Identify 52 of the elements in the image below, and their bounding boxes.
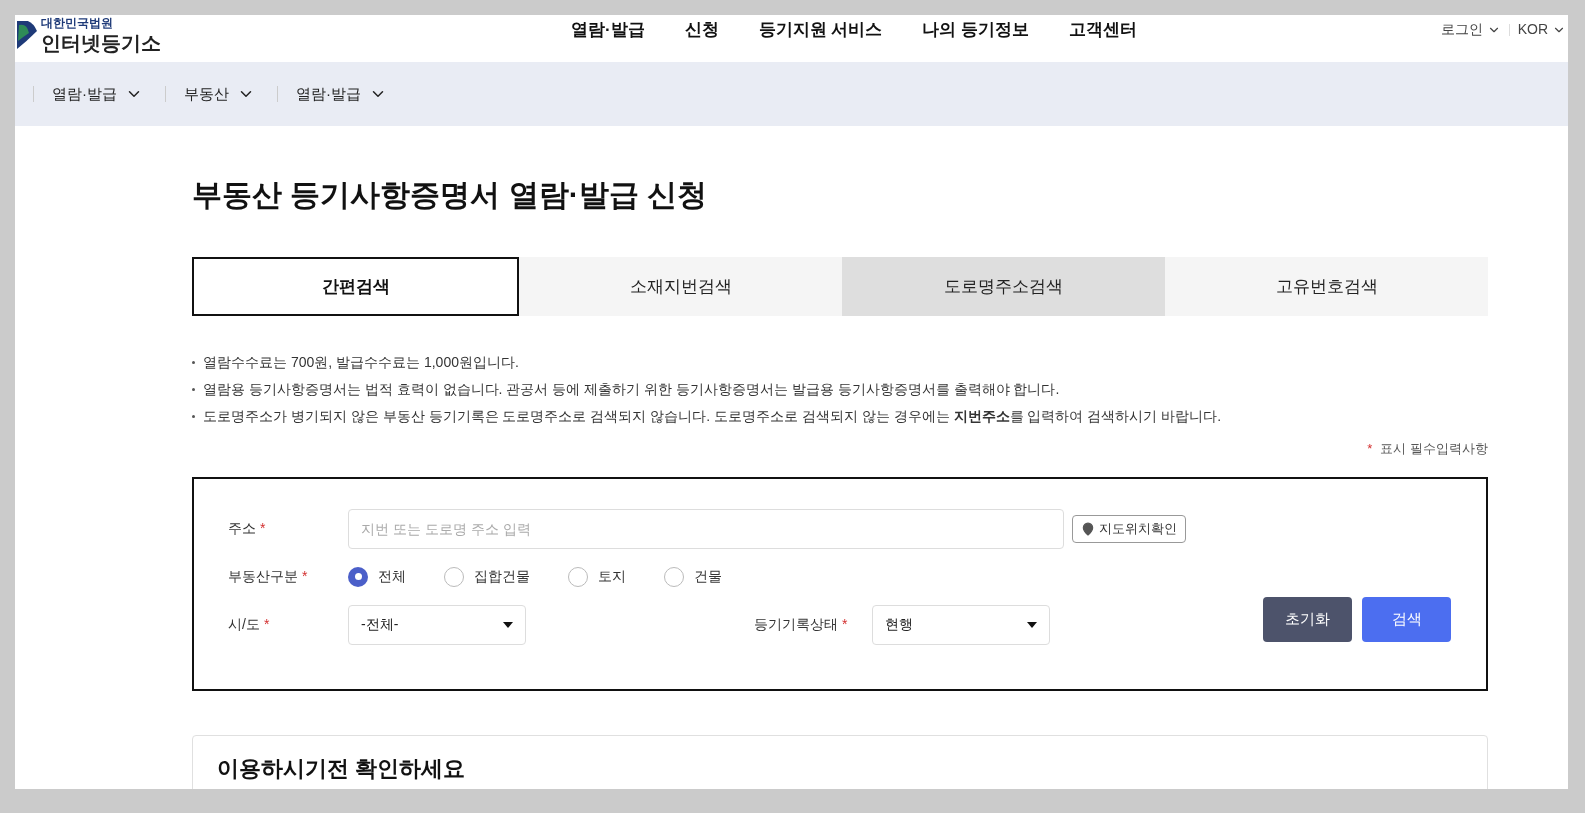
caret-icon (1027, 621, 1037, 628)
card-title: 이용하시기전 확인하세요 (217, 754, 467, 783)
page-title: 부동산 등기사항증명서 열람·발급 신청 (192, 177, 708, 213)
nav-link[interactable]: 신청 (684, 17, 719, 43)
logo-subtitle: 대한민국법원 (41, 17, 114, 29)
field-label: 등기기록상태 * (754, 615, 849, 634)
radio-option[interactable]: 건물 (664, 566, 722, 587)
required-mark: * (1367, 440, 1373, 458)
radio-option[interactable]: 집합건물 (444, 566, 530, 587)
dropdown[interactable]: -전체- (348, 604, 526, 645)
notice-text: 열람수수료는 700원, 발급수수료는 1,000원입니다. (203, 353, 519, 372)
field-label: 주소 * (228, 519, 267, 538)
search-button[interactable]: 검색 (1362, 597, 1451, 642)
breadcrumb-dropdown[interactable]: 부동산 (184, 82, 255, 106)
bullet-icon (192, 388, 195, 391)
reset-button[interactable]: 초기화 (1263, 597, 1352, 642)
radio-button[interactable] (444, 566, 464, 587)
breadcrumb-dropdown[interactable]: 열람·발급 (52, 82, 143, 106)
nav-link[interactable]: 나의 등기정보 (922, 17, 1030, 43)
dropdown[interactable]: 현행 (872, 604, 1050, 645)
notice-text: 열람용 등기사항증명서는 법적 효력이 없습니다. 관공서 등에 제출하기 위한 등기사항증명서는 발급용 등기사항증명서를 출력해야 합니다. (203, 380, 1060, 399)
field-label: 부동산구분 * (228, 567, 309, 586)
nav-link[interactable]: 고객센터 (1069, 17, 1138, 43)
tab[interactable]: 소재지번검색 (519, 257, 842, 316)
nav-link[interactable]: 등기지원 서비스 (758, 17, 883, 43)
map-pin-icon (1081, 521, 1095, 536)
caret-icon (503, 621, 513, 628)
bullet-icon (192, 415, 195, 418)
notice-text: 도로명주소가 병기되지 않은 부동산 등기기록은 도로명주소로 검색되지 않습니다. 도로명주소로 검색되지 않는 경우에는 지번주소를 입력하여 검색하시기 바랍니다. (203, 407, 1222, 426)
field-label: 시/도 * (228, 615, 271, 634)
tab[interactable]: 고유번호검색 (1165, 257, 1488, 316)
bullet-icon (192, 361, 195, 364)
radio-button[interactable] (348, 566, 368, 587)
radio-button[interactable] (664, 566, 684, 587)
radio-button[interactable] (568, 566, 588, 587)
address-input[interactable]: 지번 또는 도로명 주소 입력 (348, 508, 1064, 549)
required-note: 표시 필수입력사항 (1380, 440, 1488, 458)
logo-title[interactable]: 인터넷등기소 (41, 33, 161, 53)
emblem-icon (17, 21, 37, 49)
radio-option[interactable]: 토지 (568, 566, 626, 587)
required-mark: * (260, 520, 266, 536)
radio-option[interactable]: 전체 (348, 566, 406, 587)
nav-link[interactable]: 열람·발급 (571, 17, 645, 43)
required-mark: * (302, 568, 308, 584)
utility-link[interactable]: KOR (1517, 19, 1566, 40)
tab[interactable]: 간편검색 (192, 257, 519, 316)
map-location-button[interactable]: 지도위치확인 (1072, 514, 1186, 543)
required-mark: * (263, 616, 270, 632)
required-mark: * (842, 616, 848, 632)
utility-link[interactable]: 로그인 (1440, 19, 1501, 40)
tab[interactable]: 도로명주소검색 (842, 257, 1165, 316)
breadcrumb-dropdown[interactable]: 열람·발급 (296, 82, 387, 106)
